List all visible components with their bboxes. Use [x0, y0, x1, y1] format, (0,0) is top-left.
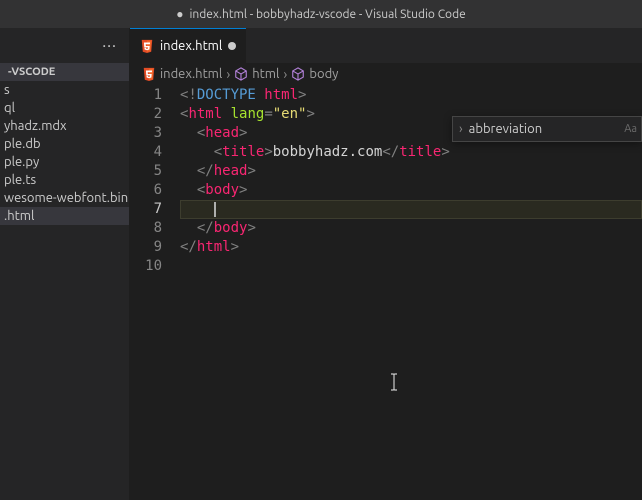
- line-number: 1: [130, 86, 162, 105]
- line-number: 9: [130, 238, 162, 257]
- modified-indicator: ●: [176, 7, 183, 21]
- autocomplete-item-label[interactable]: abbreviation: [469, 122, 625, 136]
- sidebar: ··· -VSCODE s ql yhadz.mdx ple.db ple.py…: [0, 28, 130, 500]
- file-item[interactable]: wesome-webfont.bin: [0, 189, 129, 207]
- tab-modified-icon[interactable]: [228, 42, 236, 50]
- gutter: 1 2 3 4 5 6 7 8 9 10: [130, 85, 180, 500]
- chevron-right-icon: ›: [283, 66, 287, 82]
- tab-index-html[interactable]: index.html: [130, 28, 246, 63]
- breadcrumb-segment[interactable]: html: [252, 67, 279, 81]
- line-number: 10: [130, 257, 162, 276]
- text-cursor: [214, 202, 216, 217]
- code-line[interactable]: <!DOCTYPE html>: [180, 86, 642, 105]
- file-list: s ql yhadz.mdx ple.db ple.py ple.ts weso…: [0, 81, 129, 225]
- chevron-right-icon: ›: [226, 66, 230, 82]
- code-line[interactable]: </body>: [180, 219, 642, 238]
- breadcrumbs[interactable]: index.html › html › body: [130, 63, 642, 85]
- html-file-icon: [142, 67, 156, 81]
- code-line[interactable]: </html>: [180, 238, 642, 257]
- file-item[interactable]: s: [0, 81, 129, 99]
- file-item[interactable]: ple.ts: [0, 171, 129, 189]
- line-number: 3: [130, 124, 162, 143]
- editor-area: index.html index.html › html › body 1 2 …: [130, 28, 642, 500]
- tab-bar: index.html: [130, 28, 642, 63]
- main: ··· -VSCODE s ql yhadz.mdx ple.db ple.py…: [0, 28, 642, 500]
- line-number: 4: [130, 143, 162, 162]
- code-line[interactable]: [180, 257, 642, 276]
- symbol-icon: [291, 67, 305, 81]
- file-item[interactable]: ple.db: [0, 135, 129, 153]
- sidebar-actions: ···: [0, 28, 129, 63]
- chevron-right-icon[interactable]: ›: [453, 122, 469, 136]
- line-number: 5: [130, 162, 162, 181]
- code-line[interactable]: </head>: [180, 162, 642, 181]
- line-number: 2: [130, 105, 162, 124]
- tab-label: index.html: [160, 39, 222, 53]
- autocomplete-popup[interactable]: › abbreviation Aa: [452, 116, 642, 142]
- line-number: 6: [130, 181, 162, 200]
- code-area[interactable]: 1 2 3 4 5 6 7 8 9 10 <!DOCTYPE html> <ht…: [130, 85, 642, 500]
- line-number: 8: [130, 219, 162, 238]
- code-line[interactable]: <title>bobbyhadz.com</title>: [180, 143, 642, 162]
- file-item[interactable]: ql: [0, 99, 129, 117]
- symbol-icon: [234, 67, 248, 81]
- more-icon[interactable]: ···: [102, 37, 117, 55]
- file-item[interactable]: yhadz.mdx: [0, 117, 129, 135]
- breadcrumb-file[interactable]: index.html: [160, 67, 222, 81]
- explorer-folder-header[interactable]: -VSCODE: [0, 63, 129, 81]
- file-item[interactable]: ple.py: [0, 153, 129, 171]
- breadcrumb-segment[interactable]: body: [309, 67, 338, 81]
- code-line[interactable]: <body>: [180, 181, 642, 200]
- code-content[interactable]: <!DOCTYPE html> <html lang="en"> <head> …: [180, 85, 642, 500]
- file-item[interactable]: .html: [0, 207, 129, 225]
- html-file-icon: [140, 39, 154, 53]
- titlebar: ● index.html - bobbyhadz-vscode - Visual…: [0, 0, 642, 28]
- code-line[interactable]: [180, 200, 642, 219]
- autocomplete-hint: Aa: [624, 123, 641, 135]
- window-title: index.html - bobbyhadz-vscode - Visual S…: [190, 8, 466, 21]
- line-number: 7: [130, 200, 162, 219]
